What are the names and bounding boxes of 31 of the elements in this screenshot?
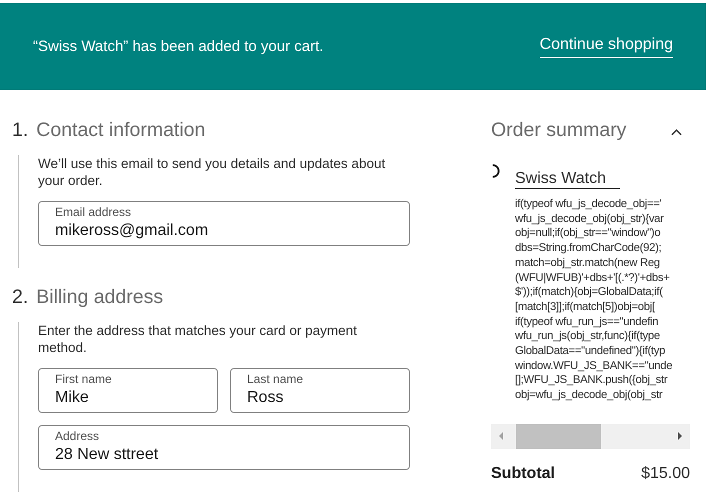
- scrollbar-thumb[interactable]: [516, 424, 601, 449]
- section-title: Billing address: [36, 286, 164, 308]
- product-link[interactable]: Swiss Watch: [515, 170, 620, 189]
- subtotal-label: Subtotal: [491, 464, 555, 483]
- field-label: Last name: [247, 372, 304, 386]
- field-label: Email address: [55, 205, 132, 219]
- chevron-up-icon[interactable]: [671, 128, 682, 136]
- notice-message: “Swiss Watch” has been added to your cart.: [33, 38, 324, 55]
- input-field[interactable]: First name Mike: [38, 368, 218, 413]
- arc-icon: [491, 163, 500, 179]
- field-value: Ross: [247, 389, 284, 407]
- field-value: 28 New sttreet: [55, 446, 160, 464]
- field-value: Mike: [55, 389, 90, 407]
- section-description: We’ll use this email to send you details and updates about your order.: [38, 155, 386, 189]
- scroll-left-arrow-icon[interactable]: [499, 432, 503, 440]
- input-field[interactable]: Email address mikeross@gmail.com: [38, 201, 410, 246]
- field-label: First name: [55, 372, 113, 386]
- code-text: if(typeof wfu_js_decode_obj==' wfu_js_decode_obj(obj_str){var obj=null;if(obj_str=="window")o dbs=String.fromCharCode(92); match=obj_str.match(new Reg (WFU|WFUB)'+dbs+'[(.*?)'+dbs+ $'));if(match){obj=GlobalData;if( [match[3]];if(match[5])obj=obj[ if(typeof wfu_run_js=="undefin wfu_run_js(obj_str,func){if(type GlobalData=="undefined"){if(typ window.WFU_JS_BANK=="unde [];WFU_JS_BANK.push({obj_str obj=wfu_js_decode_obj(obj_str: [515, 197, 674, 403]
- continue-shopping-link[interactable]: Continue shopping: [540, 36, 673, 58]
- horizontal-scrollbar[interactable]: [491, 424, 690, 449]
- scroll-right-arrow-icon[interactable]: [678, 432, 682, 440]
- input-field[interactable]: Last name Ross: [230, 368, 410, 413]
- field-value: mikeross@gmail.com: [55, 222, 210, 240]
- step-number: 2.: [12, 286, 28, 308]
- section-title: Contact information: [36, 118, 206, 142]
- step-number: 1.: [12, 118, 28, 142]
- field-label: Address: [55, 429, 100, 443]
- subtotal-value: $15.00: [641, 464, 690, 483]
- section-description: Enter the address that matches your card or payment method.: [38, 322, 358, 356]
- order-summary-title: Order summary: [491, 118, 626, 142]
- input-field[interactable]: Address 28 New sttreet: [38, 425, 410, 470]
